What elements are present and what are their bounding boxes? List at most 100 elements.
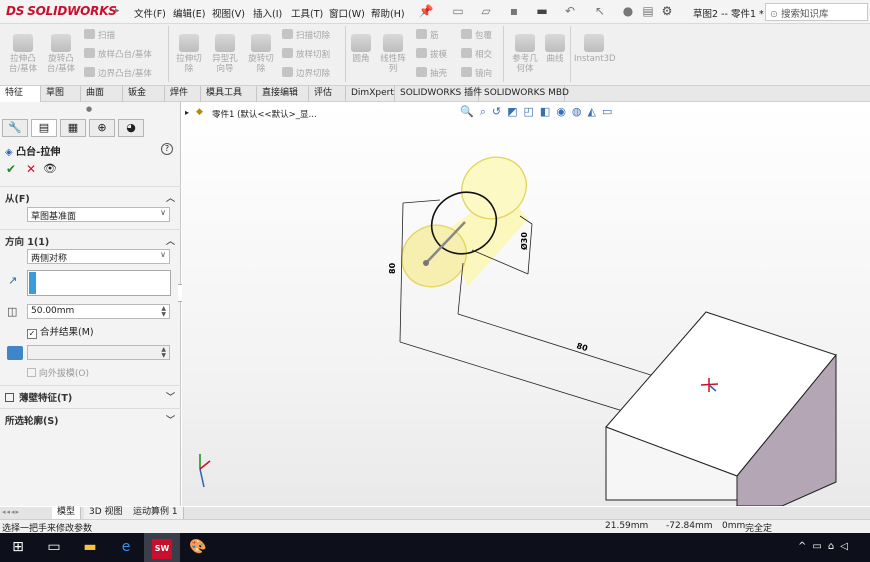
select-icon[interactable]: ↖ <box>592 4 608 18</box>
tab-direct-editing[interactable]: 直接编辑 <box>257 86 309 102</box>
menu-edit[interactable]: 编辑(E) <box>173 6 205 20</box>
direction1-section-header[interactable]: 方向 1(1) ︿ <box>0 229 181 249</box>
tab-model[interactable]: 模型 <box>52 507 82 519</box>
tab-surfaces[interactable]: 曲面 <box>81 86 123 102</box>
menu-arrow-icon[interactable]: ▸ <box>115 6 120 16</box>
draft-outward-checkbox-row[interactable]: 向外拔模(O) <box>27 366 89 379</box>
edge-browser-icon[interactable]: e <box>108 533 144 562</box>
hole-wizard-button[interactable]: 异型孔 向导 <box>208 34 242 74</box>
merge-result-checkbox[interactable]: ✓ <box>27 329 37 339</box>
dimxpert-manager-tab-icon[interactable]: ⊕ <box>89 119 115 137</box>
ok-check-icon[interactable]: ✔ <box>6 162 16 176</box>
tab-mold-tools[interactable]: 模具工具 <box>201 86 257 102</box>
menu-insert[interactable]: 插入(I) <box>253 6 282 20</box>
task-view-icon[interactable]: ▭ <box>36 533 72 562</box>
rib-button[interactable]: 筋 <box>416 29 447 48</box>
graphics-area[interactable]: ▸ ◆ 零件1 (默认<<默认>_显... 🔍⌕↺◩◰◧◉◍◭▭ 80 80 Ø… <box>182 102 870 506</box>
from-combo[interactable]: 草图基准面 ∨ <box>27 207 170 222</box>
rebuild-icon[interactable]: ● <box>620 4 636 18</box>
tab-evaluate[interactable]: 评估 <box>309 86 346 102</box>
volume-icon[interactable]: ◁ <box>840 541 854 552</box>
model-viewport[interactable]: 80 80 Ø30 <box>182 102 870 506</box>
tab-3d-views[interactable]: 3D 视图 <box>84 507 129 519</box>
windows-start-icon[interactable]: ⊞ <box>0 533 36 562</box>
spinner-arrows-icon[interactable]: ▲ ▼ <box>161 306 166 318</box>
tab-weldments[interactable]: 焊件 <box>165 86 201 102</box>
extruded-cut-button[interactable]: 拉伸切 除 <box>172 34 206 74</box>
drag-handle-knob[interactable] <box>423 260 429 266</box>
dim-label-vertical[interactable]: 80 <box>388 262 397 274</box>
mirror-button[interactable]: 镜向 <box>461 67 492 86</box>
tray-overflow-icon[interactable]: ^ <box>798 541 812 552</box>
solidworks-taskbar-icon[interactable]: SW <box>144 533 180 562</box>
options-gear-icon[interactable]: ⚙ <box>659 4 675 18</box>
depth-spinbox[interactable]: 50.00mm ▲ ▼ <box>27 304 170 319</box>
menu-window[interactable]: 窗口(W) <box>329 6 365 20</box>
spinner-arrows-icon[interactable]: ▲ ▼ <box>161 347 166 359</box>
battery-icon[interactable]: ▭ <box>812 541 827 552</box>
tab-features[interactable]: 特征 <box>0 86 41 102</box>
file-properties-icon[interactable]: ▤ <box>640 4 656 18</box>
search-input[interactable]: ⊙ 搜索知识库 <box>765 3 868 21</box>
expand-chevron-icon[interactable]: ﹀ <box>166 413 175 426</box>
wrap-button[interactable]: 包覆 <box>461 29 492 48</box>
panel-grip-icon[interactable]: ● <box>86 105 92 113</box>
rectangular-block[interactable] <box>605 311 837 506</box>
undo-icon[interactable]: ↶ <box>562 4 578 18</box>
pin-icon[interactable]: 📌 <box>418 4 434 18</box>
draft-button[interactable]: 拔模 <box>416 48 447 67</box>
collapse-chevron-icon[interactable]: ︿ <box>166 191 175 204</box>
swept-cut-button[interactable]: 扫描切除 <box>282 29 330 48</box>
tab-motion-study[interactable]: 运动算例 1 <box>128 507 184 519</box>
preview-eye-icon[interactable]: 👁 <box>43 162 57 175</box>
collapse-chevron-icon[interactable]: ︿ <box>166 234 175 247</box>
menu-view[interactable]: 视图(V) <box>212 6 245 20</box>
paint-app-icon[interactable]: 🎨 <box>180 533 216 562</box>
instant3d-button[interactable]: Instant3D <box>574 34 616 64</box>
extruded-boss-button[interactable]: 拉伸凸 台/基体 <box>6 34 40 74</box>
merge-result-checkbox-row[interactable]: ✓ 合并结果(M) <box>27 324 94 339</box>
menu-help[interactable]: 帮助(H) <box>371 6 405 20</box>
draft-outward-checkbox[interactable] <box>27 368 36 377</box>
open-icon[interactable]: ▱ <box>478 4 494 18</box>
feature-manager-tab-icon[interactable]: 🔧 <box>2 119 28 137</box>
draft-on-off-icon[interactable] <box>7 346 23 360</box>
save-icon[interactable]: ▪ <box>506 4 522 18</box>
end-condition-combo[interactable]: 两侧对称 ∨ <box>27 249 170 264</box>
new-document-icon[interactable]: ▭ <box>450 4 466 18</box>
fillet-button[interactable]: 圆角 <box>348 34 374 64</box>
selected-contours-section-header[interactable]: 所选轮廓(S) ﹀ <box>0 408 181 428</box>
reference-geometry-button[interactable]: 参考几 何体 <box>508 34 542 74</box>
property-manager-tab-icon[interactable]: ▤ <box>31 119 57 137</box>
shell-button[interactable]: 抽壳 <box>416 67 447 86</box>
from-section-header[interactable]: 从(F) ︿ <box>0 186 181 206</box>
print-icon[interactable]: ▬ <box>534 4 550 18</box>
help-icon[interactable]: ? <box>161 143 173 155</box>
lofted-cut-button[interactable]: 放样切割 <box>282 48 330 67</box>
dim-label-diameter[interactable]: Ø30 <box>519 232 529 250</box>
linear-pattern-button[interactable]: 线性阵 列 <box>376 34 410 74</box>
expand-chevron-icon[interactable]: ﹀ <box>166 390 175 403</box>
curves-button[interactable]: 曲线 <box>542 34 568 64</box>
menu-tools[interactable]: 工具(T) <box>291 6 323 20</box>
tab-sheet-metal[interactable]: 钣金 <box>123 86 165 102</box>
tab-scroll-arrows-icon[interactable]: ◂◂◂▸ <box>2 508 20 516</box>
revolved-boss-button[interactable]: 旋转凸 台/基体 <box>44 34 78 74</box>
tab-sketch[interactable]: 草图 <box>41 86 81 102</box>
view-triad[interactable] <box>199 454 211 488</box>
network-icon[interactable]: ⌂ <box>828 541 840 552</box>
thin-feature-section-header[interactable]: 薄壁特征(T) ﹀ <box>0 385 181 405</box>
direction-arrow-icon[interactable]: ↗ <box>8 274 17 287</box>
thin-feature-checkbox[interactable] <box>5 393 14 402</box>
cancel-x-icon[interactable]: ✕ <box>26 162 36 176</box>
solidworks-logo[interactable]: DS SOLIDWORKS <box>6 4 117 18</box>
tab-dimxpert[interactable]: DimXpert <box>346 86 395 102</box>
loft-button[interactable]: 放样凸台/基体 <box>84 48 152 67</box>
tab-solidworks-addins[interactable]: SOLIDWORKS 插件 <box>395 86 482 102</box>
file-explorer-icon[interactable]: ▬ <box>72 533 108 562</box>
menu-file[interactable]: 文件(F) <box>134 6 166 20</box>
configuration-manager-tab-icon[interactable]: ▦ <box>60 119 86 137</box>
draft-angle-spinbox[interactable]: ▲ ▼ <box>27 345 170 360</box>
direction-selection-box[interactable] <box>27 270 171 296</box>
boundary-boss-button[interactable]: 边界凸台/基体 <box>84 67 152 86</box>
